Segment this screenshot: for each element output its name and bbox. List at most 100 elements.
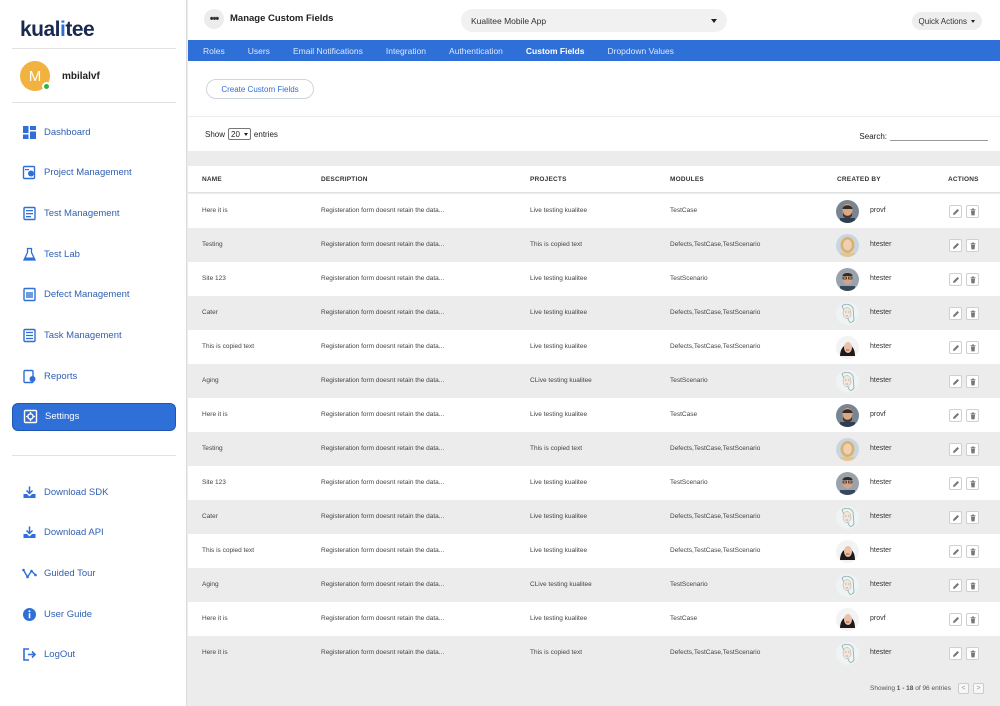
table-row[interactable]: Aging Registeration form doesnt retain t… (188, 568, 1000, 602)
sidebar-item-label: Task Management (44, 330, 122, 341)
delete-button[interactable] (966, 545, 979, 558)
sidebar-item-settings[interactable]: Settings (12, 402, 176, 431)
tab-integration[interactable]: Integration (386, 46, 426, 56)
edit-button[interactable] (949, 409, 962, 422)
trash-icon (969, 276, 977, 284)
edit-button[interactable] (949, 545, 962, 558)
logo-text: kualitee (20, 18, 95, 41)
next-page-button[interactable]: > (973, 683, 984, 694)
search-input[interactable] (890, 129, 988, 141)
edit-button[interactable] (949, 307, 962, 320)
delete-button[interactable] (966, 341, 979, 354)
total-entries: of 96 entries (915, 685, 951, 692)
field-modules: Defects,TestCase,TestScenario (670, 445, 761, 452)
tab-roles[interactable]: Roles (203, 46, 225, 56)
tab-custom-fields[interactable]: Custom Fields (526, 46, 585, 56)
column-header-description[interactable]: DESCRIPTION (321, 176, 368, 183)
tab-authentication[interactable]: Authentication (449, 46, 503, 56)
table-row[interactable]: Here it is Registeration form doesnt ret… (188, 194, 1000, 228)
table-row[interactable]: Cater Registeration form doesnt retain t… (188, 500, 1000, 534)
edit-button[interactable] (949, 511, 962, 524)
sidebar-item-user-guide[interactable]: User Guide (12, 600, 176, 628)
user-profile[interactable]: M mbilalvf (20, 60, 100, 92)
delete-button[interactable] (966, 205, 979, 218)
delete-button[interactable] (966, 375, 979, 388)
edit-button[interactable] (949, 205, 962, 218)
creator-avatar (836, 336, 859, 359)
sidebar-item-label: Download SDK (44, 486, 109, 498)
delete-button[interactable] (966, 239, 979, 252)
delete-button[interactable] (966, 613, 979, 626)
field-project: CLive testing kualitee (530, 377, 592, 384)
kualitee-logo[interactable]: kualitee (20, 18, 95, 42)
sidebar-item-project-management[interactable]: Project Management (12, 159, 176, 187)
table-row[interactable]: This is copied text Registeration form d… (188, 534, 1000, 568)
table-row[interactable]: Testing Registeration form doesnt retain… (188, 432, 1000, 466)
table-row[interactable]: Testing Registeration form doesnt retain… (188, 228, 1000, 262)
table-row[interactable]: Site 123 Registeration form doesnt retai… (188, 466, 1000, 500)
field-modules: TestCase (670, 207, 698, 214)
field-name: Here it is (202, 207, 228, 214)
create-custom-fields-button[interactable]: Create Custom Fields (206, 79, 314, 99)
edit-button[interactable] (949, 273, 962, 286)
table-row[interactable]: Site 123 Registeration form doesnt retai… (188, 262, 1000, 296)
sidebar-item-reports[interactable]: Reports (12, 362, 176, 390)
pencil-icon (952, 616, 960, 624)
table-row[interactable]: Aging Registeration form doesnt retain t… (188, 364, 1000, 398)
creator-name: htester (870, 479, 892, 486)
delete-button[interactable] (966, 307, 979, 320)
sidebar-item-test-lab[interactable]: Test Lab (12, 240, 176, 268)
sidebar-item-download-api[interactable]: Download API (12, 519, 176, 547)
field-description: Registeration form doesnt retain the dat… (321, 581, 445, 588)
delete-button[interactable] (966, 443, 979, 456)
sidebar-item-logout[interactable]: LogOut (12, 641, 176, 669)
sidebar-item-download-sdk[interactable]: Download SDK (12, 478, 176, 506)
sidebar-item-defect-management[interactable]: Defect Management (12, 281, 176, 309)
edit-button[interactable] (949, 239, 962, 252)
entries-select[interactable]: 20 (228, 128, 251, 140)
creator-name: htester (870, 309, 892, 316)
table-row[interactable]: Here it is Registeration form doesnt ret… (188, 602, 1000, 636)
column-header-created-by[interactable]: CREATED BY (837, 176, 881, 183)
edit-button[interactable] (949, 443, 962, 456)
table-row[interactable]: This is copied text Registeration form d… (188, 330, 1000, 364)
delete-button[interactable] (966, 409, 979, 422)
column-header-modules[interactable]: MODULES (670, 176, 704, 183)
edit-button[interactable] (949, 341, 962, 354)
table-row[interactable]: Here it is Registeration form doesnt ret… (188, 398, 1000, 432)
delete-button[interactable] (966, 477, 979, 490)
test-management-icon (22, 206, 37, 221)
trash-icon (969, 208, 977, 216)
sidebar-item-task-management[interactable]: Task Management (12, 322, 176, 350)
edit-button[interactable] (949, 613, 962, 626)
project-select[interactable]: Kualitee Mobile App (461, 9, 727, 32)
table-row[interactable]: Here it is Registeration form doesnt ret… (188, 636, 1000, 670)
field-project: Live testing kualitee (530, 411, 588, 418)
delete-button[interactable] (966, 511, 979, 524)
edit-button[interactable] (949, 579, 962, 592)
edit-button[interactable] (949, 477, 962, 490)
sidebar-item-dashboard[interactable]: Dashboard (12, 118, 176, 146)
tab-users[interactable]: Users (248, 46, 270, 56)
pencil-icon (952, 548, 960, 556)
field-project: Live testing kualitee (530, 343, 588, 350)
edit-button[interactable] (949, 647, 962, 660)
edit-button[interactable] (949, 375, 962, 388)
delete-button[interactable] (966, 647, 979, 660)
quick-actions-button[interactable]: Quick Actions (911, 12, 982, 30)
sidebar-item-test-management[interactable]: Test Management (12, 199, 176, 227)
table-row[interactable]: Cater Registeration form doesnt retain t… (188, 296, 1000, 330)
creator-name: htester (870, 445, 892, 452)
column-header-name[interactable]: NAME (202, 176, 222, 183)
delete-button[interactable] (966, 579, 979, 592)
sidebar-item-guided-tour[interactable]: Guided Tour (12, 559, 176, 587)
creator-avatar (836, 574, 859, 597)
tab-email-notifications[interactable]: Email Notifications (293, 46, 363, 56)
column-header-projects[interactable]: PROJECTS (530, 176, 567, 183)
table-header: NAME DESCRIPTION PROJECTS MODULES CREATED BY… (188, 166, 1000, 193)
prev-page-button[interactable]: < (958, 683, 969, 694)
delete-button[interactable] (966, 273, 979, 286)
tab-dropdown-values[interactable]: Dropdown Values (607, 46, 673, 56)
column-header-actions[interactable]: ACTIONS (948, 176, 979, 183)
more-options-button[interactable]: ••• (204, 9, 224, 29)
